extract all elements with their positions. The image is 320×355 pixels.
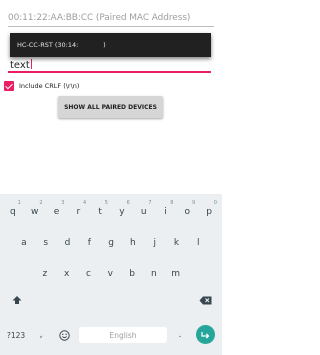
key-u[interactable]: u7 bbox=[133, 200, 155, 224]
shift-icon bbox=[12, 295, 22, 305]
crlf-label: Include CRLF (\r\n) bbox=[19, 82, 80, 90]
key-label: j bbox=[153, 238, 156, 248]
key-hint: 2 bbox=[39, 200, 43, 206]
key-hint: 5 bbox=[104, 200, 108, 206]
key-label: r bbox=[76, 207, 81, 217]
key-j[interactable]: j bbox=[144, 231, 166, 255]
key-hint: 8 bbox=[170, 200, 174, 206]
key-label: g bbox=[108, 238, 114, 248]
key-hint: 7 bbox=[148, 200, 152, 206]
key-label: y bbox=[119, 207, 125, 217]
key-hint: 1 bbox=[17, 200, 21, 206]
key-q[interactable]: q1 bbox=[2, 200, 24, 224]
autocomplete-dropdown[interactable]: HC-CC-RST (30:14: ) bbox=[10, 33, 211, 57]
key-r[interactable]: r4 bbox=[67, 200, 89, 224]
key-l[interactable]: l bbox=[187, 231, 209, 255]
key-label: d bbox=[64, 238, 71, 248]
key-m[interactable]: m bbox=[165, 262, 187, 286]
key-label: o bbox=[184, 207, 191, 217]
mac-field-underline bbox=[8, 26, 214, 27]
enter-icon bbox=[201, 331, 210, 339]
key-d[interactable]: d bbox=[57, 231, 79, 255]
key-f[interactable]: f bbox=[78, 231, 100, 255]
key-g[interactable]: g bbox=[100, 231, 122, 255]
key-v[interactable]: v bbox=[99, 262, 121, 286]
key-label: s bbox=[43, 238, 49, 248]
mac-address-placeholder: 00:11:22:AA:BB:CC (Paired MAC Address) bbox=[8, 13, 191, 23]
key-e[interactable]: e3 bbox=[46, 200, 68, 224]
space-key[interactable]: English bbox=[79, 327, 167, 343]
key-s[interactable]: s bbox=[35, 231, 57, 255]
key-label: w bbox=[31, 207, 39, 217]
message-input[interactable]: text bbox=[8, 57, 211, 73]
key-label: z bbox=[42, 269, 48, 279]
key-label: p bbox=[206, 207, 212, 217]
key-hint: 6 bbox=[126, 200, 130, 206]
show-paired-devices-button[interactable]: SHOW ALL PAIRED DEVICES bbox=[58, 96, 163, 118]
key-i[interactable]: i8 bbox=[155, 200, 177, 224]
key-label: l bbox=[197, 238, 200, 248]
key-label: q bbox=[10, 207, 16, 217]
message-input-value: text bbox=[10, 59, 32, 71]
backspace-icon bbox=[199, 296, 212, 305]
key-a[interactable]: a bbox=[13, 231, 35, 255]
enter-key[interactable] bbox=[196, 325, 215, 344]
emoji-icon bbox=[58, 329, 70, 341]
key-x[interactable]: x bbox=[56, 262, 78, 286]
key-w[interactable]: w2 bbox=[24, 200, 46, 224]
key-label: f bbox=[87, 238, 91, 248]
key-hint: 9 bbox=[192, 200, 196, 206]
key-h[interactable]: h bbox=[122, 231, 144, 255]
period-key[interactable]: . bbox=[171, 324, 189, 346]
text-cursor bbox=[30, 59, 32, 69]
key-hint: 4 bbox=[83, 200, 87, 206]
key-o[interactable]: o9 bbox=[176, 200, 198, 224]
key-y[interactable]: y6 bbox=[111, 200, 133, 224]
key-z[interactable]: z bbox=[34, 262, 56, 286]
comma-key[interactable]: , bbox=[32, 324, 50, 346]
key-hint: 3 bbox=[61, 200, 65, 206]
key-n[interactable]: n bbox=[143, 262, 165, 286]
key-b[interactable]: b bbox=[121, 262, 143, 286]
key-label: m bbox=[171, 269, 181, 279]
key-label: v bbox=[107, 269, 113, 279]
mac-address-field[interactable]: 00:11:22:AA:BB:CC (Paired MAC Address) bbox=[8, 0, 214, 27]
crlf-checkbox[interactable] bbox=[4, 81, 14, 91]
soft-keyboard: q1w2e3r4t5y6u7i8o9p0 asdfghjkl zxcvbnm ?… bbox=[0, 194, 222, 355]
dropdown-item[interactable]: HC-CC-RST (30:14: ) bbox=[17, 41, 106, 49]
crlf-option[interactable]: Include CRLF (\r\n) bbox=[4, 80, 79, 92]
key-label: t bbox=[98, 207, 102, 217]
key-label: e bbox=[53, 207, 60, 217]
key-label: i bbox=[164, 207, 167, 217]
key-label: h bbox=[130, 238, 136, 248]
key-label: x bbox=[64, 269, 70, 279]
shift-key[interactable] bbox=[2, 290, 32, 310]
key-hint: 0 bbox=[213, 200, 217, 206]
symbols-key[interactable]: ?123 bbox=[2, 324, 30, 346]
key-label: u bbox=[140, 207, 147, 217]
key-label: c bbox=[86, 269, 91, 279]
key-k[interactable]: k bbox=[166, 231, 188, 255]
key-label: b bbox=[129, 269, 135, 279]
emoji-key[interactable] bbox=[52, 324, 76, 346]
message-input-underline bbox=[8, 71, 211, 73]
key-label: a bbox=[21, 238, 27, 248]
key-label: k bbox=[173, 238, 180, 248]
key-p[interactable]: p0 bbox=[198, 200, 220, 224]
key-c[interactable]: c bbox=[78, 262, 100, 286]
key-label: n bbox=[151, 269, 157, 279]
key-t[interactable]: t5 bbox=[89, 200, 111, 224]
backspace-key[interactable] bbox=[190, 290, 220, 310]
